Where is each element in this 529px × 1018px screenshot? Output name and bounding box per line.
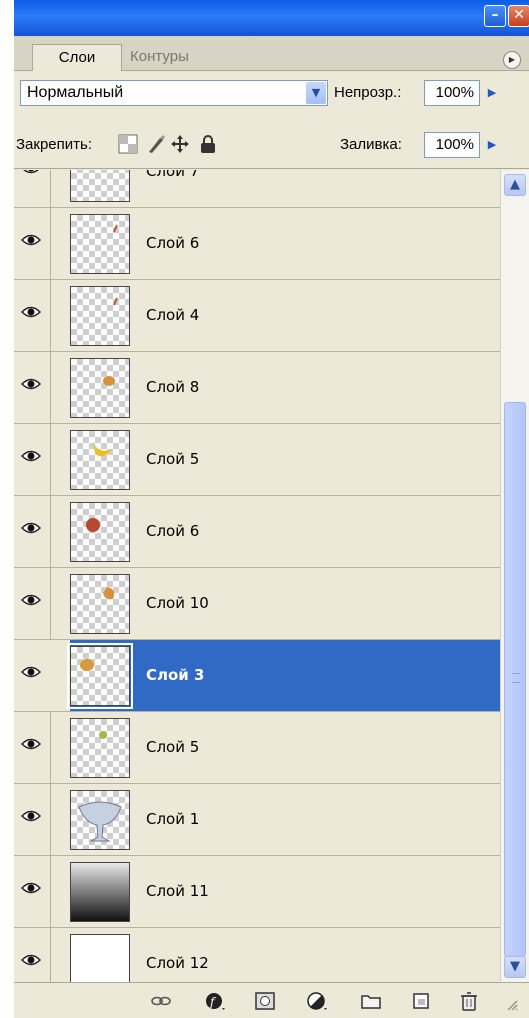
layer-thumbnail: [70, 214, 130, 274]
layer-name: Слой 1: [146, 810, 200, 828]
tab-layers[interactable]: Слои: [32, 44, 122, 71]
layer-style-icon[interactable]: f: [204, 991, 226, 1011]
layer-name: Слой 10: [146, 594, 209, 612]
scroll-thumb[interactable]: [504, 402, 526, 957]
tab-strip: Слои Контуры ▶: [14, 36, 529, 71]
opacity-field[interactable]: 100%: [424, 80, 480, 106]
panel-toolbar: f: [14, 982, 529, 1018]
layer-row[interactable]: Слой 5: [14, 424, 500, 496]
scroll-up-icon[interactable]: ▲: [504, 174, 526, 196]
panel-menu-icon[interactable]: ▶: [503, 51, 521, 69]
fill-slider-arrow-icon[interactable]: ▶: [482, 132, 502, 158]
layers-list: Слой 7 Слой 6 Слой 4 Слой 8 Слой 5 Слой …: [14, 170, 500, 982]
opacity-label: Непрозр.:: [334, 84, 402, 101]
tab-paths[interactable]: Контуры: [124, 44, 230, 70]
layer-row[interactable]: Слой 1: [14, 784, 500, 856]
visibility-toggle[interactable]: [14, 784, 51, 855]
scroll-down-icon[interactable]: ▼: [504, 956, 526, 978]
layer-row[interactable]: Слой 7: [14, 170, 500, 208]
layer-row[interactable]: Слой 4: [14, 280, 500, 352]
lock-image-icon[interactable]: [146, 134, 166, 154]
visibility-toggle[interactable]: [14, 170, 51, 207]
eye-icon: [21, 450, 41, 462]
layer-row[interactable]: Слой 10: [14, 568, 500, 640]
blend-mode-value: Нормальный: [27, 84, 124, 101]
close-icon[interactable]: ✕: [508, 5, 529, 27]
layer-mask-icon[interactable]: [254, 991, 276, 1011]
resize-grip-icon[interactable]: [504, 997, 518, 1011]
eye-icon: [21, 234, 41, 246]
layer-thumbnail: [70, 502, 130, 562]
layer-thumbnail: [67, 643, 133, 709]
layer-name: Слой 12: [146, 954, 209, 972]
visibility-toggle[interactable]: [14, 352, 51, 423]
opacity-slider-arrow-icon[interactable]: ▶: [482, 80, 502, 106]
fill-field[interactable]: 100%: [424, 132, 480, 158]
eye-icon: [21, 882, 41, 894]
blend-mode-select[interactable]: Нормальный ▼: [20, 80, 328, 106]
lock-position-icon[interactable]: [170, 134, 190, 154]
eye-icon: [21, 378, 41, 390]
link-layers-icon[interactable]: [150, 991, 172, 1011]
layer-row[interactable]: Слой 11: [14, 856, 500, 928]
visibility-toggle[interactable]: [14, 928, 51, 982]
layer-row[interactable]: Слой 12: [14, 928, 500, 982]
layer-name: Слой 11: [146, 882, 209, 900]
layer-name: Слой 7: [146, 170, 200, 180]
layers-scrollbar[interactable]: ▲ ▼: [500, 170, 529, 982]
layer-thumbnail: [70, 286, 130, 346]
visibility-toggle[interactable]: [14, 424, 51, 495]
layer-name: Слой 5: [146, 450, 200, 468]
visibility-toggle[interactable]: [14, 712, 51, 783]
layers-panel: – ✕ Слои Контуры ▶ Нормальный ▼ Непрозр.…: [0, 0, 529, 1018]
blend-row: Нормальный ▼ Непрозр.: 100% ▶: [14, 74, 529, 112]
layer-name: Слой 6: [146, 522, 200, 540]
new-layer-icon[interactable]: [410, 991, 432, 1011]
eye-icon: [21, 306, 41, 318]
visibility-toggle[interactable]: [14, 640, 51, 711]
layer-thumbnail: [70, 862, 130, 922]
eye-icon: [21, 522, 41, 534]
layer-row-selected[interactable]: Слой 3: [14, 640, 500, 712]
lock-transparent-icon[interactable]: [118, 134, 138, 154]
eye-icon: [23, 170, 39, 174]
layer-thumbnail: [70, 574, 130, 634]
lock-all-icon[interactable]: [198, 134, 218, 154]
layer-row[interactable]: Слой 6: [14, 496, 500, 568]
layer-name: Слой 6: [146, 234, 200, 252]
visibility-toggle[interactable]: [14, 496, 51, 567]
visibility-toggle[interactable]: [14, 208, 51, 279]
visibility-toggle[interactable]: [14, 568, 51, 639]
layer-thumbnail: [70, 790, 130, 850]
layer-name: Слой 3: [146, 666, 205, 684]
lock-row: Закрепить: Заливка: 100% ▶: [14, 124, 529, 169]
chevron-down-icon[interactable]: ▼: [306, 82, 326, 104]
layer-row[interactable]: Слой 6: [14, 208, 500, 280]
layer-row[interactable]: Слой 8: [14, 352, 500, 424]
trash-icon[interactable]: [458, 991, 480, 1011]
layer-thumbnail: [70, 358, 130, 418]
visibility-toggle[interactable]: [14, 856, 51, 927]
layer-name: Слой 4: [146, 306, 200, 324]
fill-label: Заливка:: [340, 136, 402, 153]
layer-name: Слой 5: [146, 738, 200, 756]
lock-label: Закрепить:: [16, 136, 93, 153]
layer-thumbnail: [70, 170, 130, 202]
layer-thumbnail: [70, 934, 130, 982]
adjustment-layer-icon[interactable]: [306, 991, 328, 1011]
eye-icon: [21, 738, 41, 750]
layer-thumbnail: [70, 430, 130, 490]
eye-icon: [21, 594, 41, 606]
new-group-icon[interactable]: [360, 991, 382, 1011]
layer-name: Слой 8: [146, 378, 200, 396]
visibility-toggle[interactable]: [14, 280, 51, 351]
layer-row[interactable]: Слой 5: [14, 712, 500, 784]
panel-body: Слои Контуры ▶ Нормальный ▼ Непрозр.: 10…: [14, 36, 529, 1018]
layer-thumbnail: [70, 718, 130, 778]
eye-icon: [21, 666, 41, 678]
title-bar: – ✕: [14, 0, 529, 36]
eye-icon: [21, 954, 41, 966]
minimize-icon[interactable]: –: [484, 5, 506, 27]
eye-icon: [21, 810, 41, 822]
